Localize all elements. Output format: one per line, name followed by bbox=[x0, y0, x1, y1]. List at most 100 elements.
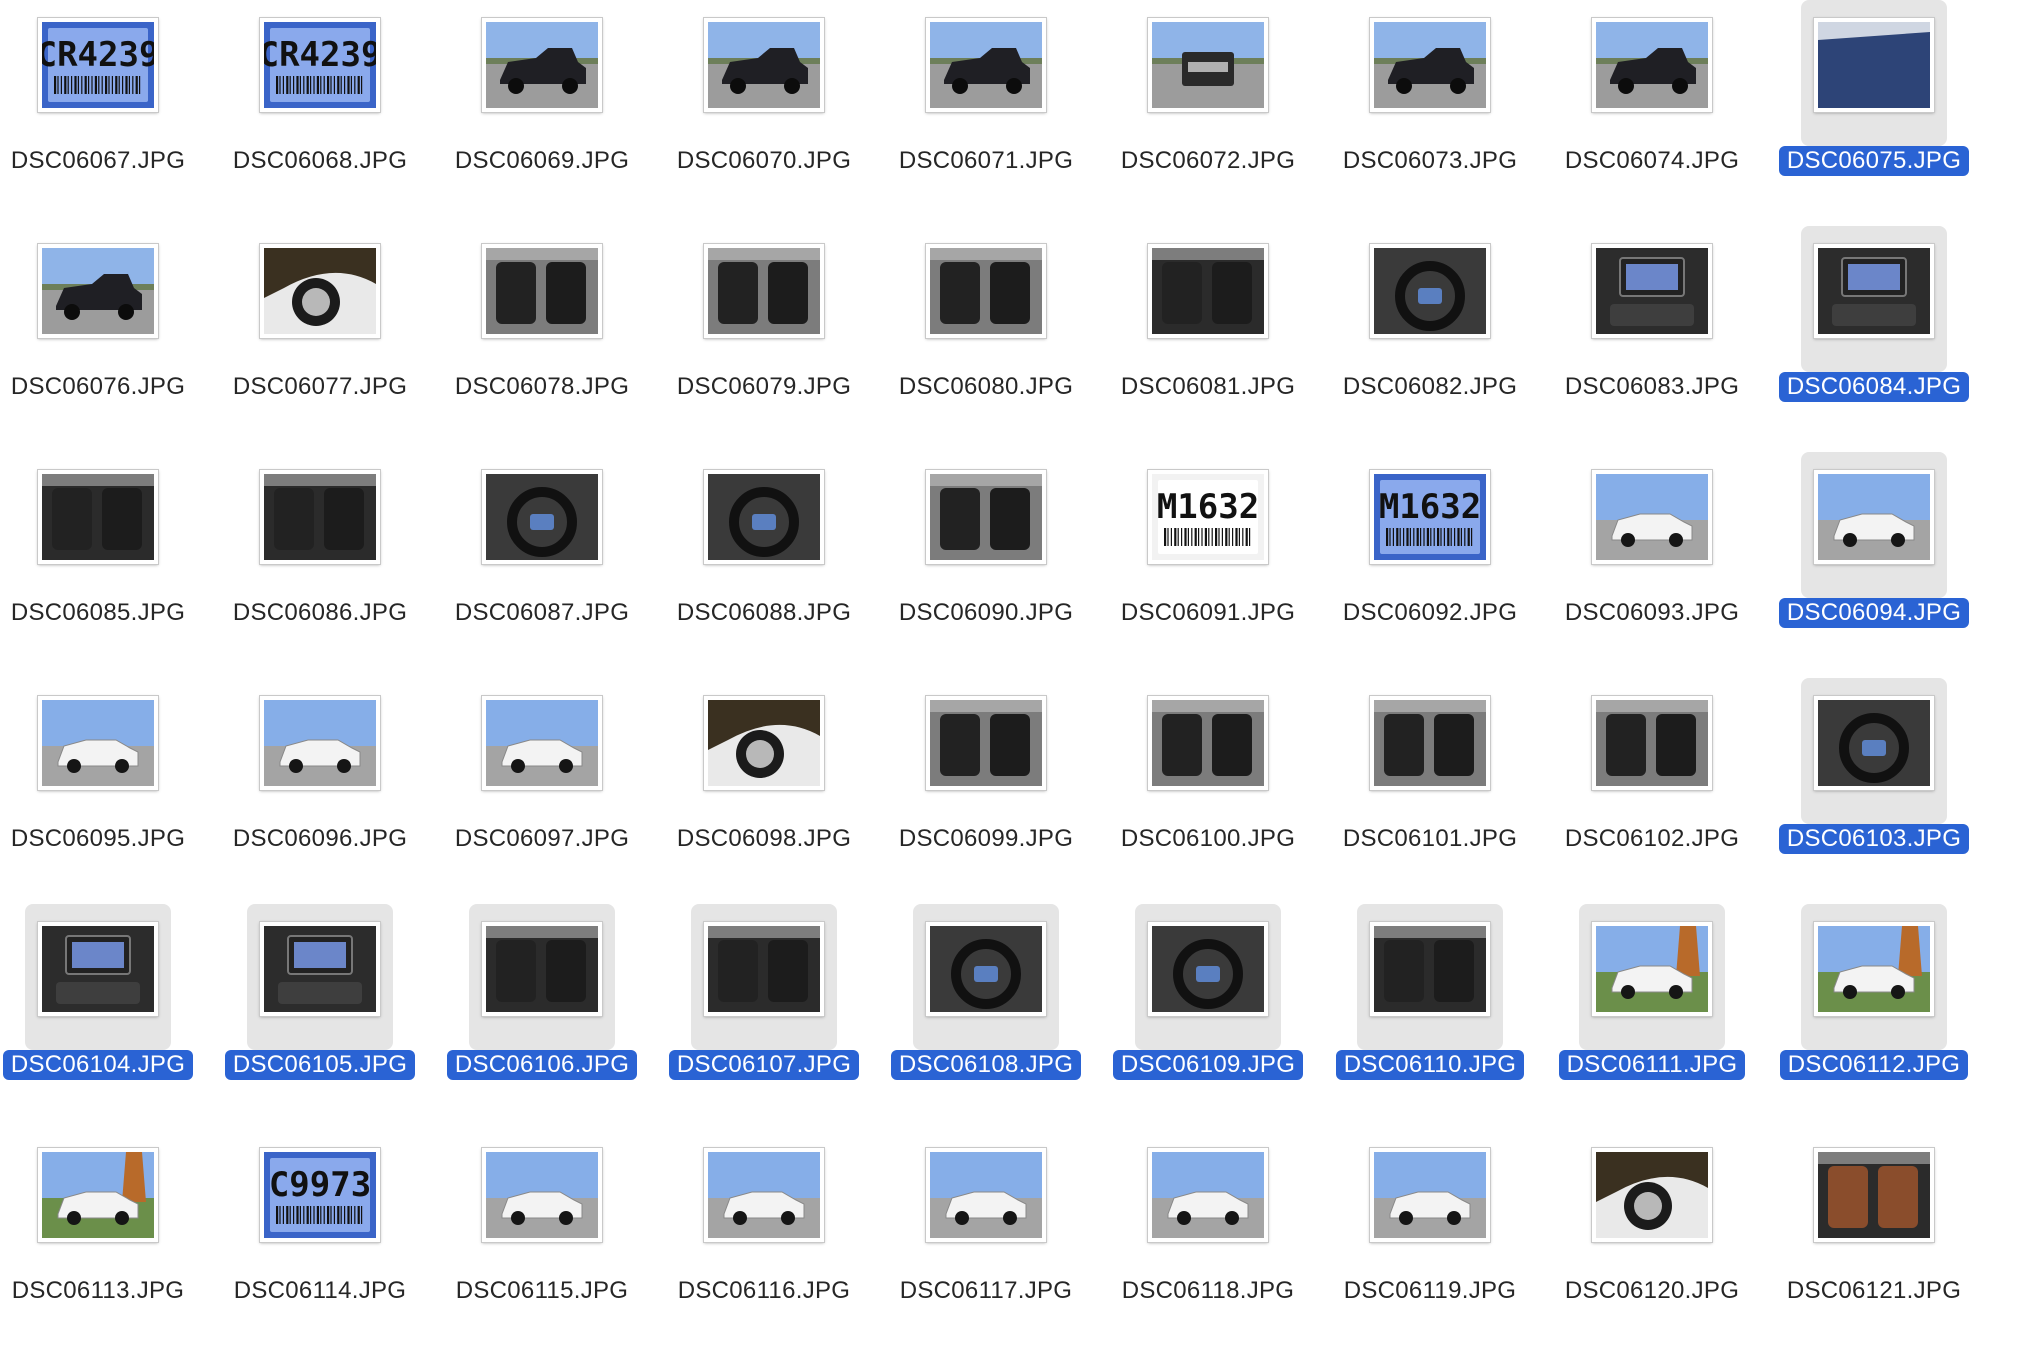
file-item[interactable]: DSC06103.JPG bbox=[1749, 678, 1971, 904]
file-name-label[interactable]: DSC06077.JPG bbox=[195, 372, 445, 402]
file-item[interactable]: DSC06076.JPG bbox=[0, 226, 195, 452]
image-thumbnail[interactable] bbox=[1148, 18, 1268, 112]
image-thumbnail[interactable] bbox=[260, 244, 380, 338]
image-thumbnail[interactable]: M1632 bbox=[1148, 470, 1268, 564]
image-thumbnail[interactable] bbox=[1370, 1148, 1490, 1242]
file-name-label[interactable]: DSC06119.JPG bbox=[1305, 1276, 1555, 1306]
file-item[interactable]: DSC06120.JPG bbox=[1527, 1130, 1749, 1356]
file-item[interactable]: DSC06117.JPG bbox=[861, 1130, 1083, 1356]
file-name-label[interactable]: DSC06102.JPG bbox=[1527, 824, 1777, 854]
image-thumbnail[interactable] bbox=[1370, 18, 1490, 112]
file-name-label[interactable]: DSC06085.JPG bbox=[0, 598, 223, 628]
image-thumbnail[interactable] bbox=[1592, 244, 1712, 338]
image-thumbnail[interactable] bbox=[482, 18, 602, 112]
file-item[interactable]: DSC06108.JPG bbox=[861, 904, 1083, 1130]
file-item[interactable]: DSC06088.JPG bbox=[639, 452, 861, 678]
file-item[interactable]: DSC06074.JPG bbox=[1527, 0, 1749, 226]
file-name-label[interactable]: DSC06086.JPG bbox=[195, 598, 445, 628]
image-thumbnail[interactable] bbox=[38, 1148, 158, 1242]
file-name-label[interactable]: DSC06115.JPG bbox=[417, 1276, 667, 1306]
image-thumbnail[interactable] bbox=[704, 18, 824, 112]
file-item[interactable]: CR4239 DSC06068.JPG bbox=[195, 0, 417, 226]
image-thumbnail[interactable]: C9973 bbox=[260, 1148, 380, 1242]
image-thumbnail[interactable] bbox=[926, 1148, 1046, 1242]
image-thumbnail[interactable] bbox=[1148, 696, 1268, 790]
file-item[interactable]: M1632 DSC06091.JPG bbox=[1083, 452, 1305, 678]
image-thumbnail[interactable] bbox=[38, 922, 158, 1016]
file-item[interactable]: DSC06110.JPG bbox=[1305, 904, 1527, 1130]
file-name-label[interactable]: DSC06104.JPG bbox=[0, 1050, 223, 1080]
file-name-label[interactable]: DSC06108.JPG bbox=[861, 1050, 1111, 1080]
image-thumbnail[interactable] bbox=[482, 470, 602, 564]
image-thumbnail[interactable] bbox=[1814, 244, 1934, 338]
file-item[interactable]: DSC06084.JPG bbox=[1749, 226, 1971, 452]
file-item[interactable]: DSC06115.JPG bbox=[417, 1130, 639, 1356]
file-name-label[interactable]: DSC06101.JPG bbox=[1305, 824, 1555, 854]
file-item[interactable]: DSC06100.JPG bbox=[1083, 678, 1305, 904]
image-thumbnail[interactable] bbox=[704, 1148, 824, 1242]
file-name-label[interactable]: DSC06080.JPG bbox=[861, 372, 1111, 402]
file-item[interactable]: DSC06072.JPG bbox=[1083, 0, 1305, 226]
file-item[interactable]: DSC06069.JPG bbox=[417, 0, 639, 226]
file-item[interactable]: DSC06087.JPG bbox=[417, 452, 639, 678]
file-name-label[interactable]: DSC06075.JPG bbox=[1749, 146, 1999, 176]
image-thumbnail[interactable] bbox=[926, 244, 1046, 338]
file-item[interactable]: C9973 DSC06114.JPG bbox=[195, 1130, 417, 1356]
image-thumbnail[interactable] bbox=[926, 696, 1046, 790]
file-item[interactable]: DSC06079.JPG bbox=[639, 226, 861, 452]
image-thumbnail[interactable]: CR4239 bbox=[38, 18, 158, 112]
file-item[interactable]: DSC06083.JPG bbox=[1527, 226, 1749, 452]
file-name-label[interactable]: DSC06078.JPG bbox=[417, 372, 667, 402]
image-thumbnail[interactable] bbox=[1148, 1148, 1268, 1242]
image-thumbnail[interactable] bbox=[1814, 18, 1934, 112]
file-item[interactable]: CR4239 DSC06067.JPG bbox=[0, 0, 195, 226]
image-thumbnail[interactable] bbox=[260, 922, 380, 1016]
file-name-label[interactable]: DSC06105.JPG bbox=[195, 1050, 445, 1080]
image-thumbnail[interactable] bbox=[704, 696, 824, 790]
file-item[interactable]: DSC06086.JPG bbox=[195, 452, 417, 678]
file-item[interactable]: DSC06085.JPG bbox=[0, 452, 195, 678]
file-name-label[interactable]: DSC06082.JPG bbox=[1305, 372, 1555, 402]
image-thumbnail[interactable] bbox=[1814, 1148, 1934, 1242]
file-name-label[interactable]: DSC06087.JPG bbox=[417, 598, 667, 628]
file-item[interactable]: DSC06119.JPG bbox=[1305, 1130, 1527, 1356]
file-item[interactable]: DSC06098.JPG bbox=[639, 678, 861, 904]
file-name-label[interactable]: DSC06110.JPG bbox=[1305, 1050, 1555, 1080]
image-thumbnail[interactable] bbox=[1370, 922, 1490, 1016]
file-item[interactable]: DSC06116.JPG bbox=[639, 1130, 861, 1356]
file-item[interactable]: DSC06109.JPG bbox=[1083, 904, 1305, 1130]
file-name-label[interactable]: DSC06118.JPG bbox=[1083, 1276, 1333, 1306]
file-item[interactable]: DSC06118.JPG bbox=[1083, 1130, 1305, 1356]
file-name-label[interactable]: DSC06095.JPG bbox=[0, 824, 223, 854]
image-thumbnail[interactable] bbox=[1148, 922, 1268, 1016]
image-thumbnail[interactable]: CR4239 bbox=[260, 18, 380, 112]
file-name-label[interactable]: DSC06081.JPG bbox=[1083, 372, 1333, 402]
image-thumbnail[interactable] bbox=[1370, 696, 1490, 790]
file-item[interactable]: DSC06090.JPG bbox=[861, 452, 1083, 678]
file-item[interactable]: DSC06097.JPG bbox=[417, 678, 639, 904]
file-name-label[interactable]: DSC06100.JPG bbox=[1083, 824, 1333, 854]
image-thumbnail[interactable] bbox=[1814, 696, 1934, 790]
file-item[interactable]: DSC06093.JPG bbox=[1527, 452, 1749, 678]
file-name-label[interactable]: DSC06113.JPG bbox=[0, 1276, 223, 1306]
image-thumbnail[interactable] bbox=[926, 470, 1046, 564]
image-thumbnail[interactable] bbox=[1592, 18, 1712, 112]
image-thumbnail[interactable] bbox=[260, 470, 380, 564]
file-item[interactable]: DSC06081.JPG bbox=[1083, 226, 1305, 452]
file-name-label[interactable]: DSC06092.JPG bbox=[1305, 598, 1555, 628]
image-thumbnail[interactable] bbox=[38, 696, 158, 790]
file-name-label[interactable]: DSC06107.JPG bbox=[639, 1050, 889, 1080]
file-item[interactable]: DSC06105.JPG bbox=[195, 904, 417, 1130]
file-item[interactable]: DSC06106.JPG bbox=[417, 904, 639, 1130]
file-name-label[interactable]: DSC06116.JPG bbox=[639, 1276, 889, 1306]
file-item[interactable]: DSC06077.JPG bbox=[195, 226, 417, 452]
file-item[interactable]: DSC06113.JPG bbox=[0, 1130, 195, 1356]
file-name-label[interactable]: DSC06091.JPG bbox=[1083, 598, 1333, 628]
file-name-label[interactable]: DSC06073.JPG bbox=[1305, 146, 1555, 176]
file-item[interactable]: DSC06121.JPG bbox=[1749, 1130, 1971, 1356]
file-name-label[interactable]: DSC06072.JPG bbox=[1083, 146, 1333, 176]
image-thumbnail[interactable] bbox=[1592, 470, 1712, 564]
file-item[interactable]: DSC06094.JPG bbox=[1749, 452, 1971, 678]
file-name-label[interactable]: DSC06114.JPG bbox=[195, 1276, 445, 1306]
file-item[interactable]: DSC06075.JPG bbox=[1749, 0, 1971, 226]
